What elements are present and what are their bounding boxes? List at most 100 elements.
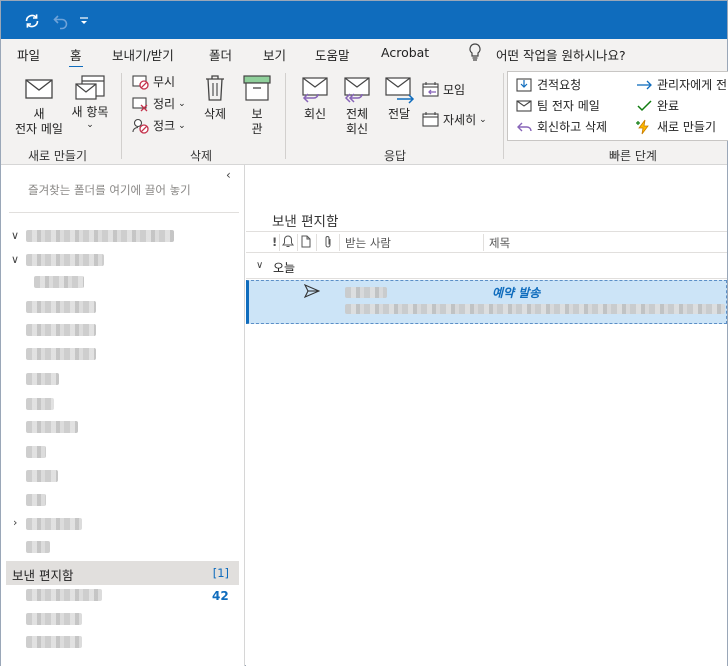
group-label-delete: 삭제 [190,149,213,163]
redacted-preview [345,304,725,314]
redacted-folder[interactable] [26,446,46,458]
redacted-folder[interactable] [26,518,82,530]
redacted-folder[interactable] [26,348,96,360]
group-separator [285,73,286,159]
redacted-folder[interactable] [26,324,96,336]
new-items-icon [75,75,105,100]
favorites-hint-text: 즐겨찾는 폴더를 여기에 끌어 놓기 [28,183,191,197]
tab-file[interactable]: 파일 [17,45,40,64]
tab-send-receive[interactable]: 보내기/받기 [112,45,174,64]
meeting-button[interactable]: 모임 [422,81,465,98]
redacted-account[interactable] [26,230,174,242]
group-label-quick-steps: 빠른 단계 [609,149,657,163]
divider [316,234,317,251]
quick-step-label: 견적요청 [537,78,582,92]
new-email-label-1: 새 [33,107,45,121]
redacted-folder[interactable] [26,589,102,601]
new-items-button[interactable]: 새 항목 ⌄ [67,73,113,130]
message-row[interactable]: 예약 발송 [246,280,727,324]
expand-chevron-icon[interactable]: › [13,516,17,529]
quick-step-team-email[interactable]: 팀 전자 메일 [516,97,600,114]
quick-step-estimate-request[interactable]: 견적요청 [516,76,581,93]
lightning-icon [636,119,649,134]
junk-label: 정크 [153,119,176,133]
favorites-drop-area[interactable]: 즐겨찾는 폴더를 여기에 끌어 놓기 [1,165,244,213]
lightbulb-icon[interactable] [468,42,482,65]
folder-count-badge: [1] [212,566,229,580]
quick-steps-gallery: 견적요청 관리자에게 전 팀 전자 메일 완료 회신하고 삭제 새로 만들기 [507,71,728,141]
tab-home[interactable]: 홈 [69,45,83,69]
forward-icon [385,77,415,104]
quick-step-label: 팀 전자 메일 [537,99,600,113]
importance-column-icon[interactable]: ! [272,235,277,249]
redacted-folder[interactable] [26,421,78,433]
more-respond-label: 자세히 [443,113,477,127]
tab-help[interactable]: 도움말 [315,45,350,64]
redacted-folder[interactable] [26,636,82,648]
tell-me-search[interactable]: 어떤 작업을 원하시나요? [496,45,626,64]
divider [279,234,280,251]
cleanup-chevron-icon: ⌄ [178,98,186,109]
redacted-folder[interactable] [26,494,46,506]
cleanup-label: 정리 [153,97,176,111]
attachment-column-icon[interactable] [323,235,333,252]
collapse-pane-icon[interactable]: ‹ [226,168,231,182]
folder-pane: 즐겨찾는 폴더를 여기에 끌어 놓기 ‹ ∨ ∨ › 보낸 편지함 [1] 42 [1,165,245,666]
more-respond-icon [422,112,439,127]
tab-acrobat[interactable]: Acrobat [381,45,429,60]
archive-label-1: 보 [251,107,263,121]
forward-button[interactable]: 전달 [381,75,417,122]
quick-step-label: 새로 만들기 [657,120,717,134]
reply-button[interactable]: 회신 [297,75,333,122]
quick-step-to-manager[interactable]: 관리자에게 전 [636,76,727,93]
unread-count-badge: 42 [212,589,229,603]
redacted-folder[interactable] [34,276,84,288]
reply-all-button[interactable]: 전체 회신 [339,75,375,137]
quick-step-create-new[interactable]: 새로 만들기 [636,118,716,135]
reply-all-label-2: 회신 [345,122,369,136]
column-subject[interactable]: 제목 [489,235,510,251]
ignore-button[interactable]: 무시 [132,73,175,90]
list-title: 보낸 편지함 [272,214,339,230]
date-group-header[interactable]: ∨ 오늘 [246,255,727,279]
sync-icon[interactable] [21,10,43,32]
redacted-folder[interactable] [26,470,58,482]
more-respond-button[interactable]: 자세히 ⌄ [422,111,487,128]
reply-label: 회신 [303,107,327,121]
redacted-folder[interactable] [26,301,96,313]
expand-chevron-icon[interactable]: ∨ [11,253,19,266]
undo-icon[interactable] [50,10,72,32]
delete-button[interactable]: 삭제 [199,73,231,122]
new-items-chevron-icon: ⌄ [86,120,94,130]
column-to[interactable]: 받는 사람 [345,235,391,251]
redacted-folder[interactable] [26,613,82,625]
expand-chevron-icon[interactable]: ∨ [11,229,19,242]
redacted-folder[interactable] [26,398,54,410]
reply-all-label-1: 전체 [345,107,369,121]
ignore-label: 무시 [153,75,176,89]
group-separator [121,73,122,159]
folder-sent-items[interactable]: 보낸 편지함 [1] [6,561,239,585]
cleanup-button[interactable]: 정리 ⌄ [132,95,186,112]
tab-folder[interactable]: 폴더 [209,45,232,64]
redacted-recipient [345,287,387,298]
archive-button[interactable]: 보 관 [241,73,273,137]
new-email-button[interactable]: 새 전자 메일 [9,75,69,137]
tab-view[interactable]: 보기 [263,45,286,64]
collapse-group-chevron-icon[interactable]: ∨ [256,260,263,271]
quick-step-reply-delete[interactable]: 회신하고 삭제 [516,118,607,135]
redacted-folder[interactable] [26,373,59,385]
title-bar [1,1,727,39]
item-type-column-icon[interactable] [301,235,311,251]
envelope-icon [516,99,532,112]
reminder-column-icon[interactable] [282,234,294,251]
customize-quick-access-icon[interactable] [76,10,92,32]
quick-step-done[interactable]: 완료 [636,97,679,114]
column-header: ! 받는 사람 제목 [246,231,727,253]
junk-button[interactable]: 정크 ⌄ [132,117,186,134]
junk-icon [132,118,149,134]
folder-name: 보낸 편지함 [12,568,74,583]
redacted-folder[interactable] [26,541,50,553]
redacted-folder[interactable] [26,254,104,266]
ribbon: 새 전자 메일 새 항목 ⌄ 새로 만들기 무시 정리 ⌄ 정크 ⌄ 삭제 보 … [1,67,728,165]
